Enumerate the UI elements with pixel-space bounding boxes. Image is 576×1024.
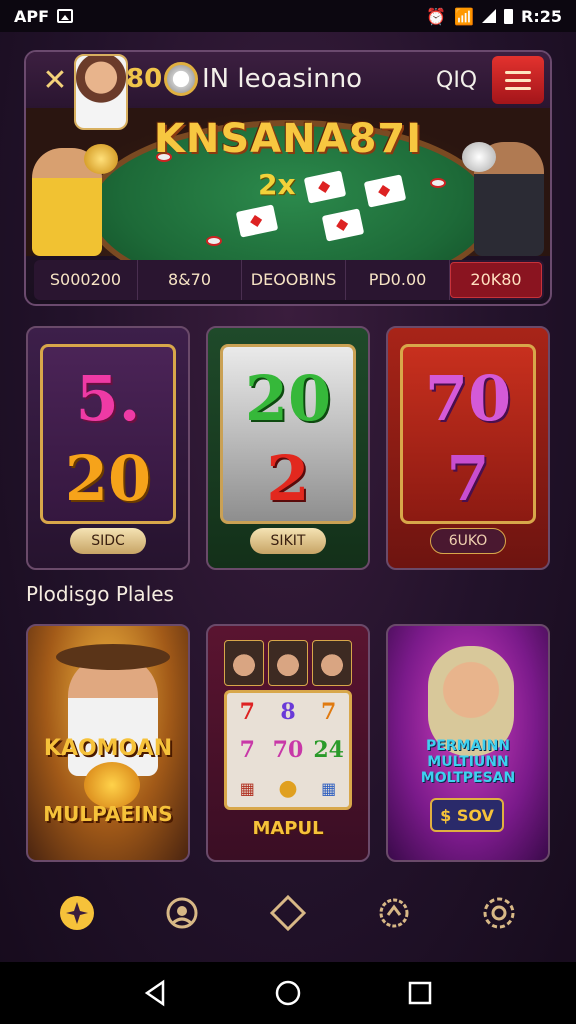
section-title: Plodisgo Plales: [26, 582, 174, 606]
tab-diamond[interactable]: [266, 891, 310, 935]
slot-play-button[interactable]: 6UKO: [430, 528, 506, 554]
reel-symbol: ▦: [227, 769, 268, 807]
slot-tile[interactable]: 5. 20 SIDC: [26, 326, 190, 570]
slot-number-bottom: 2: [266, 442, 310, 515]
poker-table-banner[interactable]: KNSANA87I 2x: [26, 108, 550, 300]
coin-icon: [164, 62, 199, 96]
status-time: R:25: [521, 6, 562, 26]
home-icon[interactable]: [273, 978, 303, 1008]
game-title: MAPUL: [252, 818, 324, 839]
support-icon: [166, 897, 198, 929]
bar-icon: ▦: [239, 778, 255, 798]
coin-balance: 80: [126, 62, 199, 96]
reel-symbol: 24: [313, 737, 344, 763]
tab-support[interactable]: [160, 891, 204, 935]
image-icon: [57, 9, 74, 23]
status-bar: APF ⏰ 📶 R:25: [0, 0, 576, 32]
settings-icon: [483, 897, 515, 929]
app-title: IN leoasinno: [202, 64, 363, 94]
game-title: PERMAINN MULTIUNN MOLTPESAN: [420, 738, 516, 786]
slot-tile[interactable]: 70 7 6UKO: [386, 326, 550, 570]
chip-icon: [206, 236, 222, 246]
bottom-tab-bar: [24, 880, 552, 946]
close-button[interactable]: ✕: [32, 57, 78, 103]
close-icon: ✕: [42, 62, 68, 98]
reel-symbol: ▦: [308, 769, 349, 807]
casino-header-card: KNSANA87I 2x ✕ IN leoasinno QIQ 80 S0002…: [24, 50, 552, 306]
game-card[interactable]: PERMAINN MULTIUNN MOLTPESAN $ SOV: [386, 624, 550, 862]
tab-rewards[interactable]: [372, 891, 416, 935]
coin-icon: ●: [278, 775, 298, 801]
slot-number-top: 5.: [75, 362, 141, 435]
price-badge[interactable]: $ SOV: [430, 798, 504, 832]
menu-button[interactable]: [492, 56, 544, 104]
code-label: QIQ: [436, 68, 478, 93]
stats-row: S000200 8&70 DEOOBINS PD0.00 20K80: [34, 260, 544, 300]
reel-symbol: 70: [272, 737, 304, 763]
menu-icon-line: [505, 86, 531, 90]
rewards-icon: [379, 898, 409, 928]
status-app-label: APF: [14, 6, 50, 26]
reel-symbol: 8: [280, 699, 296, 725]
bar-icon: ▦: [321, 778, 337, 798]
system-nav-bar: [0, 962, 576, 1024]
slot-number-bottom: 20: [64, 442, 152, 515]
slot-tile[interactable]: 20 2 SIKIT: [206, 326, 370, 570]
slot-number-top: 20: [244, 362, 332, 435]
character-portrait: [312, 640, 352, 686]
multiplier-label: 2x: [258, 168, 296, 201]
battery-icon: [504, 8, 514, 24]
home-star-icon: [59, 896, 94, 930]
game-card[interactable]: 7 8 7 7 70 24 ▦ ● ▦ MAPUL: [206, 624, 370, 862]
menu-icon-line: [505, 70, 531, 74]
game-card[interactable]: KAOMOAN MULPAEINS: [26, 624, 190, 862]
character-portrait: [224, 640, 264, 686]
slot-play-button[interactable]: SIDC: [70, 528, 146, 554]
slot-number-top: 70: [424, 362, 512, 435]
stat-highlight[interactable]: 20K80: [450, 262, 542, 298]
tab-home[interactable]: [55, 891, 99, 935]
alarm-icon: ⏰: [426, 6, 447, 26]
diamond-icon: [269, 894, 307, 932]
face-row: [224, 640, 352, 686]
cowboy-hat-icon: [56, 644, 170, 670]
stat-item[interactable]: PD0.00: [346, 260, 450, 300]
character-portrait: [268, 640, 308, 686]
user-avatar[interactable]: [74, 54, 128, 130]
game-subtitle: MULPAEINS: [43, 802, 173, 826]
coin-value: 80: [126, 64, 163, 94]
wifi-icon: 📶: [454, 6, 475, 26]
tab-settings[interactable]: [477, 891, 521, 935]
stat-item[interactable]: S000200: [34, 260, 138, 300]
reel-symbol: ●: [268, 769, 309, 807]
chip-icon: [430, 178, 446, 188]
back-icon[interactable]: [141, 978, 171, 1008]
slot-number-bottom: 7: [446, 442, 490, 515]
signal-icon: [482, 9, 497, 23]
stat-item[interactable]: DEOOBINS: [242, 260, 346, 300]
recents-icon[interactable]: [405, 978, 435, 1008]
reel-symbol: 7: [321, 699, 337, 725]
reel-symbol: 7: [239, 699, 255, 725]
game-title: KAOMOAN: [43, 736, 173, 761]
slot-play-button[interactable]: SIKIT: [250, 528, 326, 554]
menu-icon-line: [505, 78, 531, 82]
slot-reels: 7 8 7 7 70 24 ▦ ● ▦: [224, 690, 352, 810]
stat-item[interactable]: 8&70: [138, 260, 242, 300]
reel-symbol: 7: [239, 737, 255, 763]
